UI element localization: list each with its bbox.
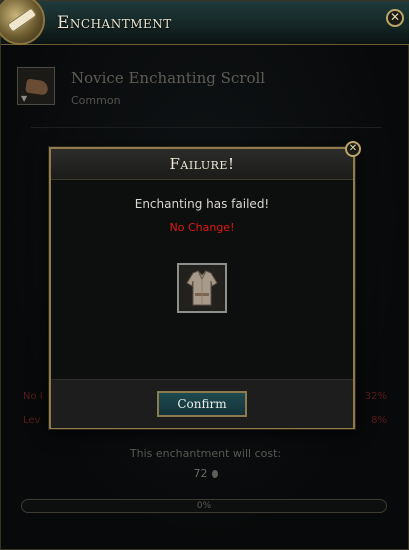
chevron-down-icon: ▼ xyxy=(21,94,28,103)
window-title: Enchantment xyxy=(57,13,172,33)
stat-label: No I xyxy=(23,391,43,402)
cost-amount: 72 xyxy=(193,467,208,480)
shirt-icon xyxy=(181,267,223,309)
divider xyxy=(31,127,381,128)
failure-dialog: Failure! ✕ Enchanting has failed! No Cha… xyxy=(49,141,361,429)
item-slot[interactable]: ▼ xyxy=(17,67,55,105)
confirm-button[interactable]: Confirm xyxy=(157,391,247,417)
dialog-close-button[interactable]: ✕ xyxy=(345,141,361,157)
selected-item: ▼ Novice Enchanting Scroll Common xyxy=(17,67,397,109)
item-rarity: Common xyxy=(71,94,121,107)
enchantment-window: Enchantment ✕ ▼ Novice Enchanting Scroll… xyxy=(0,0,409,550)
cost-label: This enchantment will cost: xyxy=(129,447,282,460)
progress-text: 0% xyxy=(196,501,212,511)
coin-icon xyxy=(211,470,218,478)
dialog-result: No Change! xyxy=(169,221,235,234)
stat-label: Lev xyxy=(23,415,41,426)
enchant-progress-bar: 0% xyxy=(21,499,387,513)
dialog-header: Failure! xyxy=(51,149,353,180)
dialog-footer: Confirm xyxy=(51,379,353,428)
item-name: Novice Enchanting Scroll xyxy=(71,69,266,87)
dialog-title: Failure! xyxy=(169,155,235,173)
result-item-slot[interactable] xyxy=(177,263,227,313)
glove-icon xyxy=(25,78,49,96)
dialog-message: Enchanting has failed! xyxy=(134,197,270,211)
stat-value: 32% xyxy=(364,391,387,402)
stat-value: 8% xyxy=(371,415,387,426)
cost-value: 72 xyxy=(1,467,409,480)
close-button[interactable]: ✕ xyxy=(386,9,404,27)
scroll-emblem-icon xyxy=(0,0,45,45)
title-bar: Enchantment ✕ xyxy=(0,0,409,45)
